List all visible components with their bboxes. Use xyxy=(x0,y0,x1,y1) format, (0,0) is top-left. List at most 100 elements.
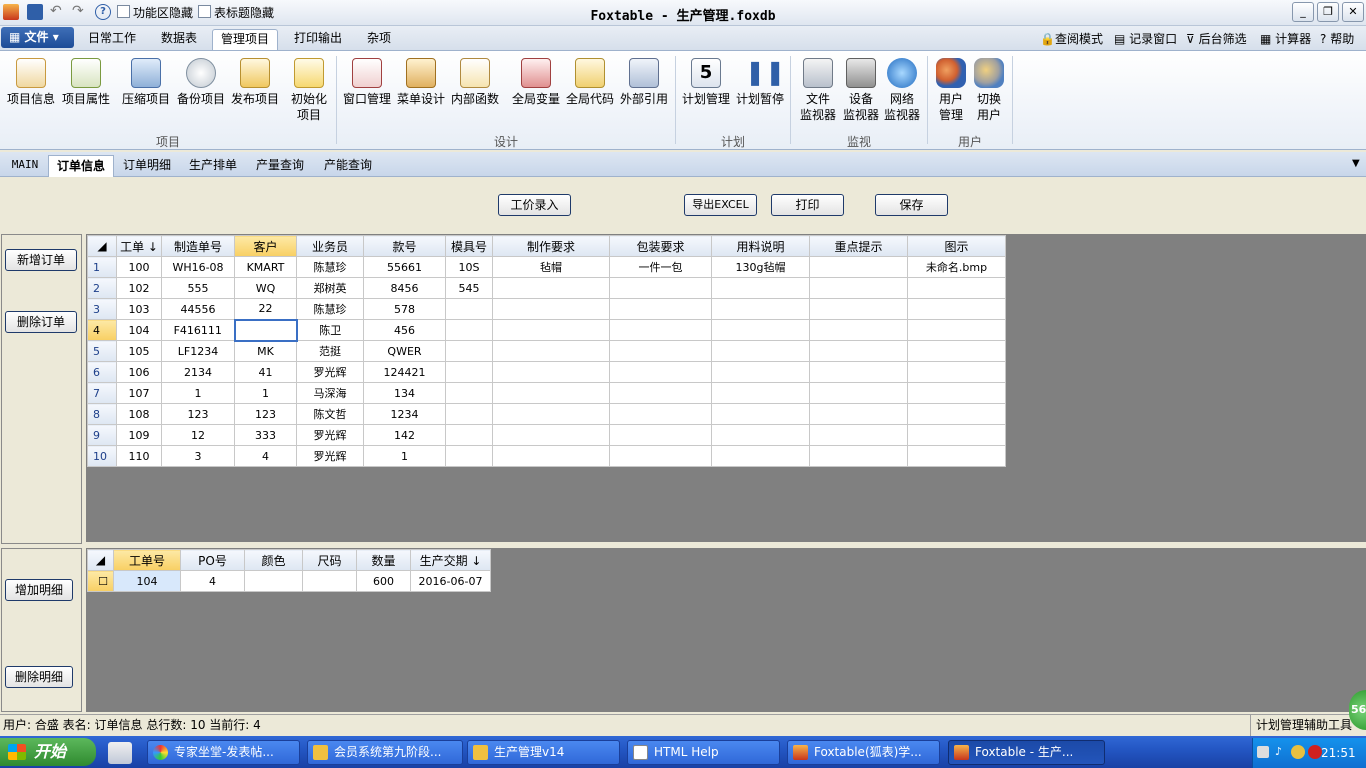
table-cell[interactable]: 123 xyxy=(161,403,235,425)
table-cell[interactable]: 1 xyxy=(363,445,446,467)
table-cell[interactable] xyxy=(907,403,1006,425)
column-header[interactable]: 颜色 xyxy=(244,549,303,571)
column-header[interactable]: 工单 ↓ xyxy=(116,235,162,257)
table-cell[interactable]: LF1234 xyxy=(161,340,235,362)
table-cell[interactable] xyxy=(907,319,1006,341)
table-cell[interactable]: 2016-06-07 xyxy=(410,570,491,592)
record-window-tool[interactable]: ▤ 记录窗口 xyxy=(1114,30,1177,47)
plan-pause-button[interactable]: ❚❚ 计划暂停 xyxy=(734,58,786,107)
table-cell[interactable]: 41 xyxy=(234,361,297,383)
add-order-button[interactable]: 新增订单 xyxy=(5,249,77,271)
table-cell[interactable]: 44556 xyxy=(161,298,235,320)
tab-misc[interactable]: 杂项 xyxy=(357,29,401,50)
table-cell[interactable] xyxy=(907,298,1006,320)
table-cell[interactable] xyxy=(445,403,493,425)
global-code-button[interactable]: 全局代码 xyxy=(564,58,616,107)
table-cell[interactable]: 陈卫 xyxy=(296,319,364,341)
user-manage-button[interactable]: 用户 管理 xyxy=(932,58,970,123)
export-excel-button[interactable]: 导出EXCEL xyxy=(684,194,757,216)
table-cell[interactable]: 545 xyxy=(445,277,493,299)
tab-print-output[interactable]: 打印输出 xyxy=(284,29,352,50)
add-detail-button[interactable]: 增加明细 xyxy=(5,579,73,601)
tab-order-info[interactable]: 订单信息 xyxy=(48,155,114,177)
table-cell[interactable] xyxy=(711,424,810,446)
table-cell[interactable] xyxy=(609,361,712,383)
calculator-tool[interactable]: ▦ 计算器 xyxy=(1260,30,1311,47)
background-filter-tool[interactable]: ⊽ 后台筛选 xyxy=(1186,30,1247,47)
table-cell[interactable] xyxy=(711,403,810,425)
table-cell[interactable]: 578 xyxy=(363,298,446,320)
table-cell[interactable] xyxy=(809,382,908,404)
table-cell[interactable] xyxy=(809,403,908,425)
table-cell[interactable] xyxy=(492,298,610,320)
table-cell[interactable]: 103 xyxy=(116,298,162,320)
table-cell[interactable]: 130g毡帽 xyxy=(711,256,810,278)
column-header[interactable]: 用料说明 xyxy=(711,235,810,257)
security-icon[interactable] xyxy=(1308,745,1322,759)
table-cell[interactable]: 陈文哲 xyxy=(296,403,364,425)
compress-project-button[interactable]: 压缩项目 xyxy=(120,58,172,107)
file-menu-button[interactable]: ▦ 文件 ▾ xyxy=(1,27,74,48)
table-cell[interactable] xyxy=(711,361,810,383)
internal-function-button[interactable]: 内部函数 xyxy=(449,58,501,107)
tab-list-dropdown-icon[interactable]: ▼ xyxy=(1352,158,1360,169)
table-cell[interactable]: 555 xyxy=(161,277,235,299)
project-properties-button[interactable]: 项目属性 xyxy=(60,58,112,107)
taskbar-item[interactable]: Foxtable(狐表)学... xyxy=(787,740,940,765)
table-cell[interactable]: 107 xyxy=(116,382,162,404)
plan-manage-button[interactable]: 5 计划管理 xyxy=(680,58,732,107)
table-row[interactable]: ☐ 104 4 600 2016-06-07 xyxy=(87,570,491,592)
table-cell[interactable]: 12 xyxy=(161,424,235,446)
table-cell[interactable] xyxy=(609,319,712,341)
table-cell[interactable]: 毡帽 xyxy=(492,256,610,278)
table-cell[interactable] xyxy=(907,382,1006,404)
table-cell[interactable] xyxy=(809,445,908,467)
column-header[interactable]: PO号 xyxy=(180,549,245,571)
keyboard-icon[interactable] xyxy=(1257,746,1269,758)
table-cell[interactable] xyxy=(445,382,493,404)
table-cell[interactable]: 109 xyxy=(116,424,162,446)
close-button[interactable]: ✕ xyxy=(1342,2,1364,22)
table-cell[interactable] xyxy=(711,319,810,341)
column-header[interactable]: 模具号 xyxy=(445,235,493,257)
tab-order-detail[interactable]: 订单明细 xyxy=(116,155,178,177)
tab-main[interactable]: MAIN xyxy=(6,155,44,177)
table-cell[interactable]: 马深海 xyxy=(296,382,364,404)
labor-price-entry-button[interactable]: 工价录入 xyxy=(498,194,571,216)
table-cell[interactable] xyxy=(445,319,493,341)
network-monitor-button[interactable]: 网络 监视器 xyxy=(882,58,922,123)
table-cell[interactable]: 108 xyxy=(116,403,162,425)
table-cell[interactable]: 郑树英 xyxy=(296,277,364,299)
table-row[interactable]: 8 108 123 123 陈文哲 1234 xyxy=(87,403,1006,425)
table-row[interactable]: 7 107 1 1 马深海 134 xyxy=(87,382,1006,404)
table-cell[interactable] xyxy=(809,340,908,362)
print-button[interactable]: 打印 xyxy=(771,194,844,216)
table-cell[interactable]: 罗光辉 xyxy=(296,424,364,446)
table-cell[interactable]: 1 xyxy=(234,382,297,404)
table-cell[interactable] xyxy=(609,277,712,299)
table-cell[interactable]: 未命名.bmp xyxy=(907,256,1006,278)
row-number[interactable]: 6 xyxy=(87,361,117,383)
tab-output-query[interactable]: 产量查询 xyxy=(248,155,312,177)
column-header[interactable]: 重点提示 xyxy=(809,235,908,257)
table-cell[interactable] xyxy=(492,445,610,467)
row-number[interactable]: 5 xyxy=(87,340,117,362)
restore-button[interactable]: ❐ xyxy=(1317,2,1339,22)
table-cell[interactable] xyxy=(492,382,610,404)
tab-manage-project[interactable]: 管理项目 xyxy=(212,29,278,50)
delete-detail-button[interactable]: 删除明细 xyxy=(5,666,73,688)
table-cell[interactable]: 106 xyxy=(116,361,162,383)
table-cell[interactable] xyxy=(302,570,357,592)
column-header[interactable]: 生产交期 ↓ xyxy=(410,549,491,571)
initialize-project-button[interactable]: 初始化 项目 xyxy=(286,58,332,123)
backup-project-button[interactable]: 备份项目 xyxy=(175,58,227,107)
table-cell[interactable] xyxy=(809,256,908,278)
file-monitor-button[interactable]: 文件 监视器 xyxy=(796,58,840,123)
table-cell[interactable] xyxy=(809,298,908,320)
table-cell[interactable]: 104 xyxy=(113,570,181,592)
column-header[interactable]: 包装要求 xyxy=(609,235,712,257)
corner-cell[interactable]: ◢ xyxy=(87,549,114,571)
table-cell[interactable] xyxy=(233,318,298,342)
help-tool[interactable]: ? 帮助 xyxy=(1320,30,1354,47)
menu-design-button[interactable]: 菜单设计 xyxy=(395,58,447,107)
